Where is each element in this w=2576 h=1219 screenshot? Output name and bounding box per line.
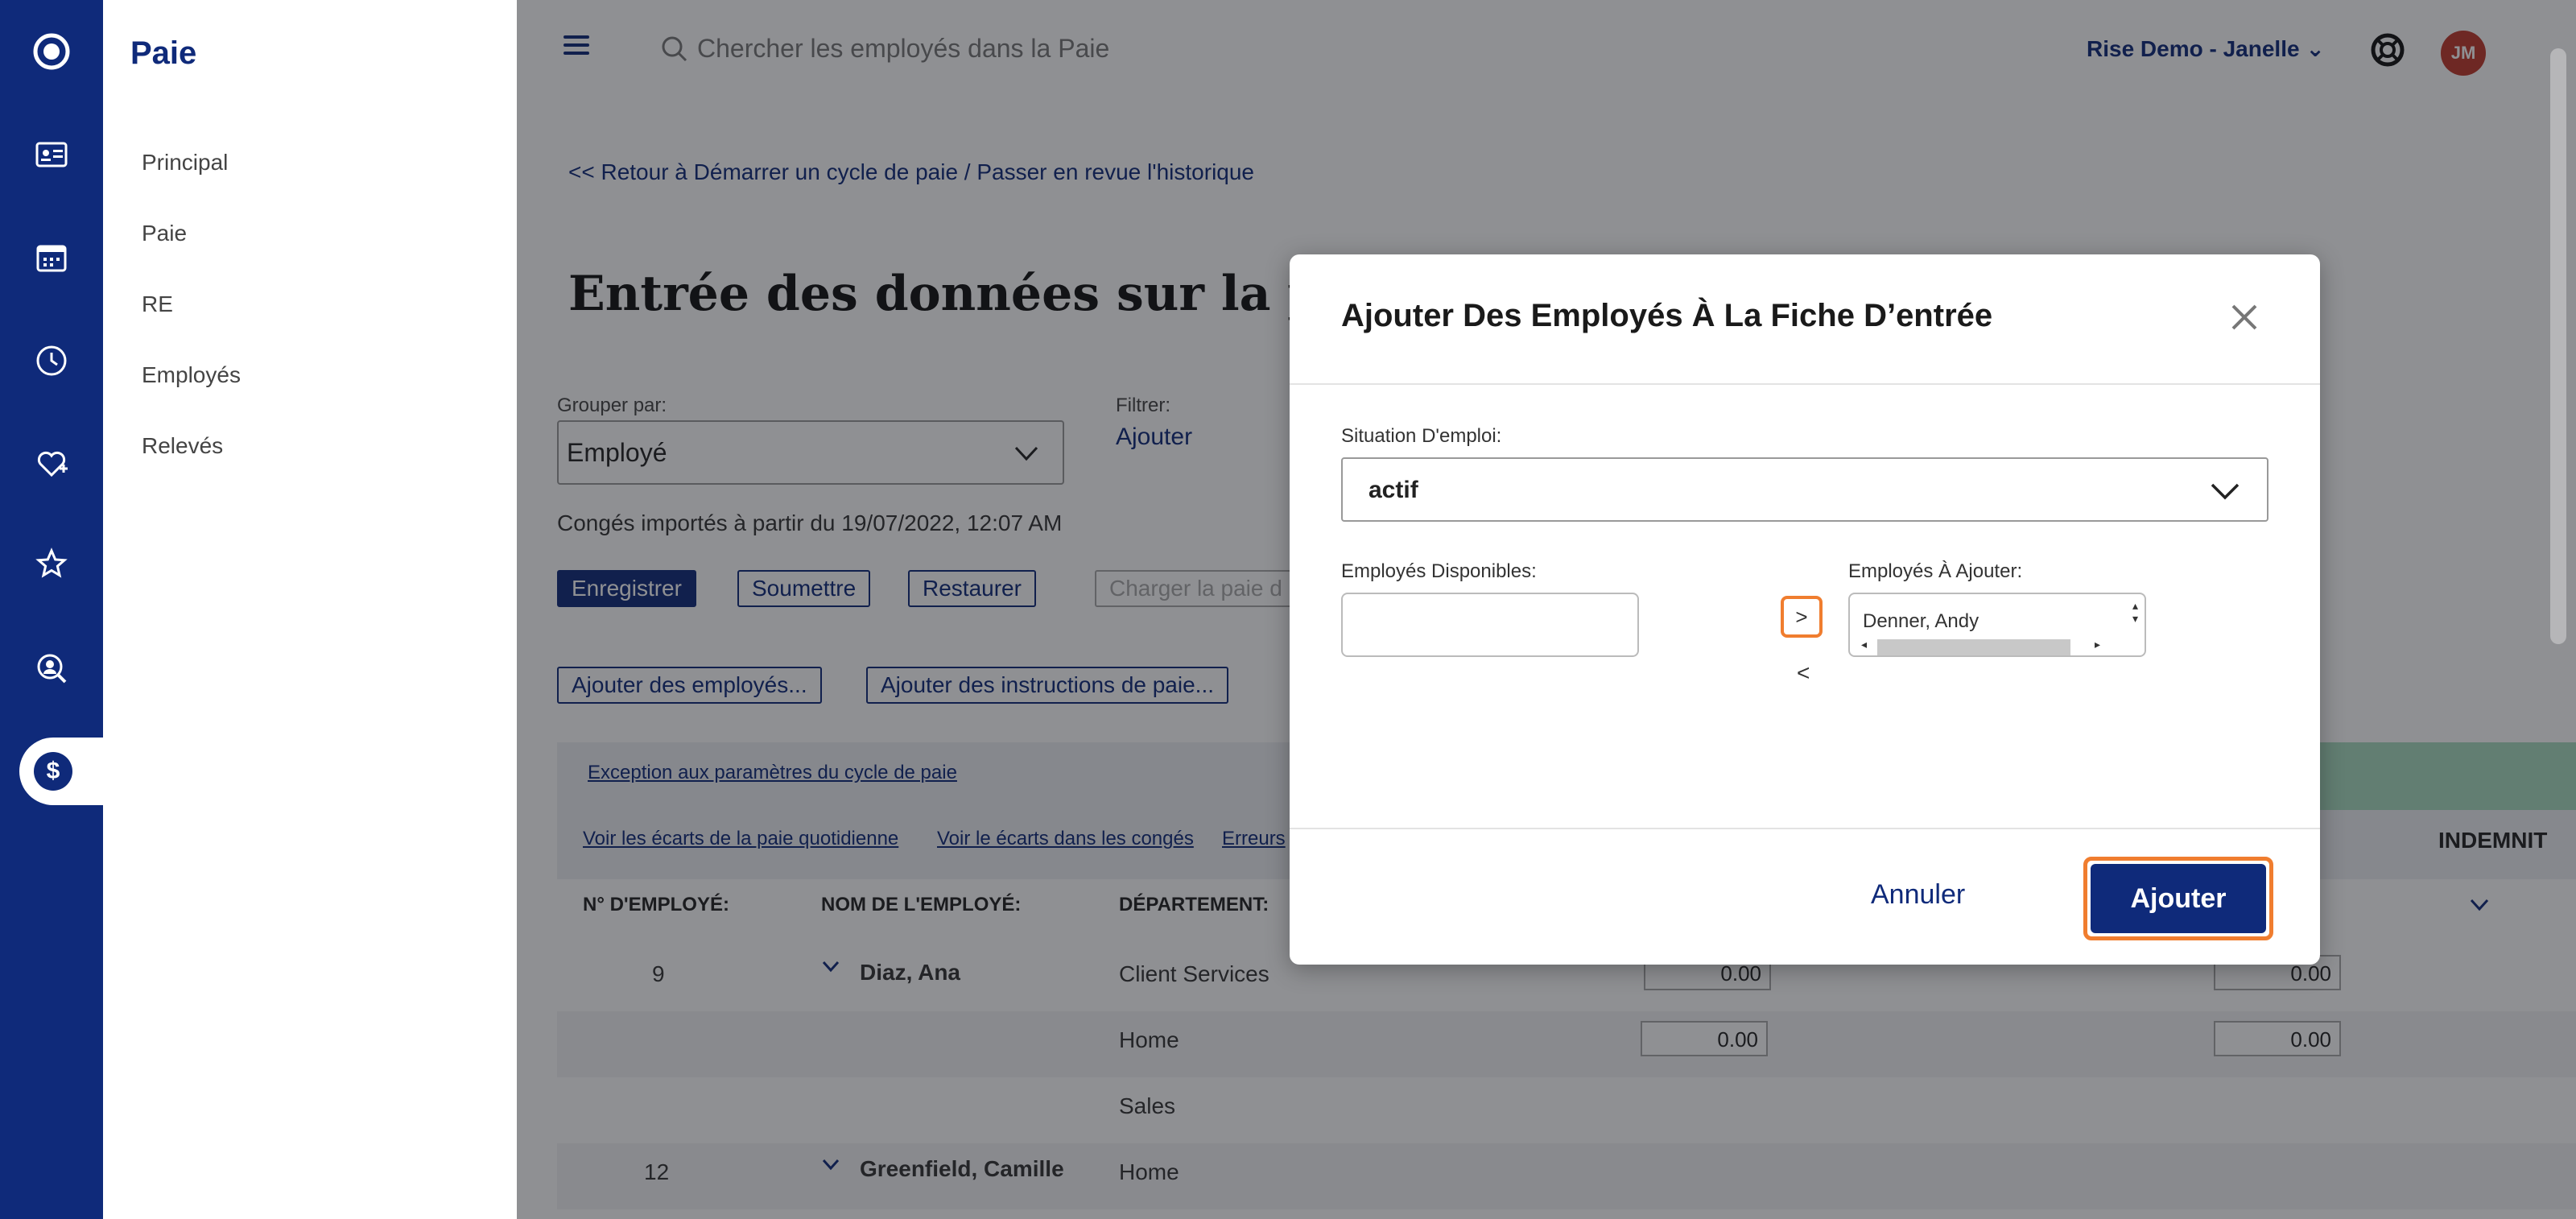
nav-item-paie[interactable]: Paie — [142, 221, 187, 246]
clock-icon[interactable] — [19, 329, 84, 393]
section-title: Paie — [130, 35, 197, 71]
add-button[interactable]: Ajouter — [2091, 864, 2266, 933]
add-employees-dialog: Ajouter Des Employés À La Fiche D’entrée… — [1290, 254, 2320, 965]
list-item[interactable]: Denner, Andy — [1863, 610, 1979, 633]
divider — [1290, 383, 2320, 385]
nav-item-employes[interactable]: Employés — [142, 362, 241, 388]
dialog-title: Ajouter Des Employés À La Fiche D’entrée — [1341, 298, 1993, 333]
person-search-icon[interactable] — [19, 636, 84, 700]
side-nav: Paie Principal Paie RE Employés Relevés — [103, 0, 517, 1219]
nav-item-re[interactable]: RE — [142, 291, 173, 317]
calendar-icon[interactable] — [19, 225, 84, 290]
star-icon[interactable] — [19, 531, 84, 596]
employees-to-add-list[interactable]: Denner, Andy ◂ ▸ ▴ ▾ — [1848, 593, 2146, 657]
logo-icon[interactable] — [19, 19, 84, 84]
divider — [1290, 828, 2320, 829]
move-right-button[interactable]: > — [1781, 596, 1823, 638]
employees-to-add-label: Employés À Ajouter: — [1848, 560, 2023, 582]
chevron-down-icon — [2211, 483, 2240, 500]
add-button-highlight: Ajouter — [2083, 857, 2273, 940]
page-scrollbar[interactable] — [2550, 48, 2566, 644]
vertical-scrollbar[interactable]: ▴ ▾ — [2132, 599, 2138, 625]
employment-status-label: Situation D'emploi: — [1341, 425, 1502, 447]
app-rail: $ — [0, 0, 103, 1219]
available-employees-label: Employés Disponibles: — [1341, 560, 1537, 582]
employment-status-value: actif — [1368, 477, 1418, 503]
horizontal-scrollbar[interactable]: ◂ ▸ — [1861, 636, 2111, 655]
dollar-icon[interactable]: $ — [19, 738, 103, 805]
cancel-button[interactable]: Annuler — [1871, 879, 1965, 911]
close-icon[interactable] — [2228, 301, 2260, 333]
nav-item-releves[interactable]: Relevés — [142, 433, 223, 459]
scroll-left-icon[interactable]: ◂ — [1861, 638, 1867, 651]
available-employees-list[interactable] — [1341, 593, 1639, 657]
move-left-button[interactable]: < — [1797, 660, 1810, 686]
employment-status-select[interactable]: actif — [1341, 457, 2268, 522]
heart-plus-icon[interactable] — [19, 432, 84, 496]
nav-item-principal[interactable]: Principal — [142, 150, 228, 176]
id-card-icon[interactable] — [19, 122, 84, 187]
scroll-right-icon[interactable]: ▸ — [2095, 638, 2100, 651]
scroll-thumb[interactable] — [1877, 639, 2070, 655]
